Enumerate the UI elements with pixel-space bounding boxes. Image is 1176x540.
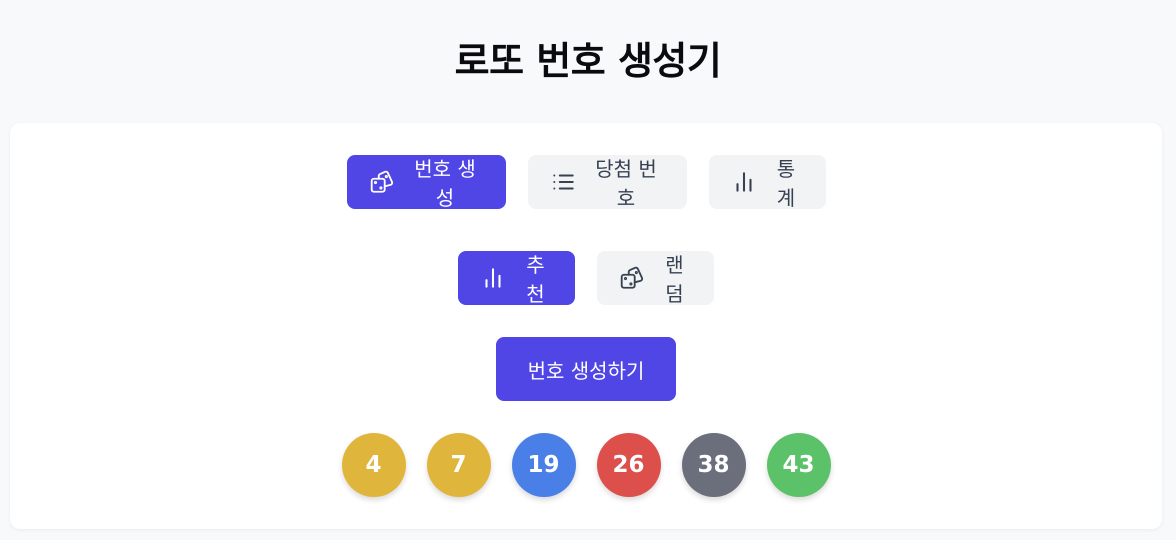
lotto-ball: 26 [596, 433, 661, 497]
action-row: 번호 생성하기 [10, 337, 1162, 401]
tab-label: 번호 생성 [414, 157, 476, 210]
tab-winning-numbers[interactable]: 당첨 번호 [527, 155, 687, 210]
lotto-ball: 38 [681, 433, 746, 497]
bar-chart-icon [480, 265, 506, 291]
dice-icon [619, 265, 645, 291]
dice-icon [369, 169, 395, 195]
mode-selector: 추천 랜덤 [10, 251, 1162, 306]
tab-generate-numbers[interactable]: 번호 생성 [346, 155, 506, 210]
lotto-ball: 43 [766, 433, 831, 497]
lotto-ball: 19 [511, 433, 576, 497]
bar-chart-icon [731, 169, 757, 195]
mode-label: 랜덤 [665, 253, 684, 306]
tab-statistics[interactable]: 통계 [708, 155, 826, 210]
generator-card: 번호 생성 당첨 번호 통계 추천 랜덤 번호 생성하기 4 7 19 26 3… [10, 123, 1162, 529]
lotto-ball: 7 [426, 433, 491, 497]
generate-numbers-button[interactable]: 번호 생성하기 [496, 337, 676, 401]
tab-label: 당첨 번호 [595, 157, 657, 210]
lotto-ball: 4 [341, 433, 406, 497]
tab-label: 통계 [776, 157, 796, 210]
mode-label: 추천 [526, 253, 545, 306]
mode-random-button[interactable]: 랜덤 [597, 251, 714, 306]
main-tabs: 번호 생성 당첨 번호 통계 [10, 155, 1162, 210]
mode-recommend-button[interactable]: 추천 [458, 251, 575, 306]
list-icon [550, 169, 576, 195]
page-title: 로또 번호 생성기 [454, 39, 722, 83]
lotto-balls: 4 7 19 26 38 43 [10, 433, 1162, 497]
